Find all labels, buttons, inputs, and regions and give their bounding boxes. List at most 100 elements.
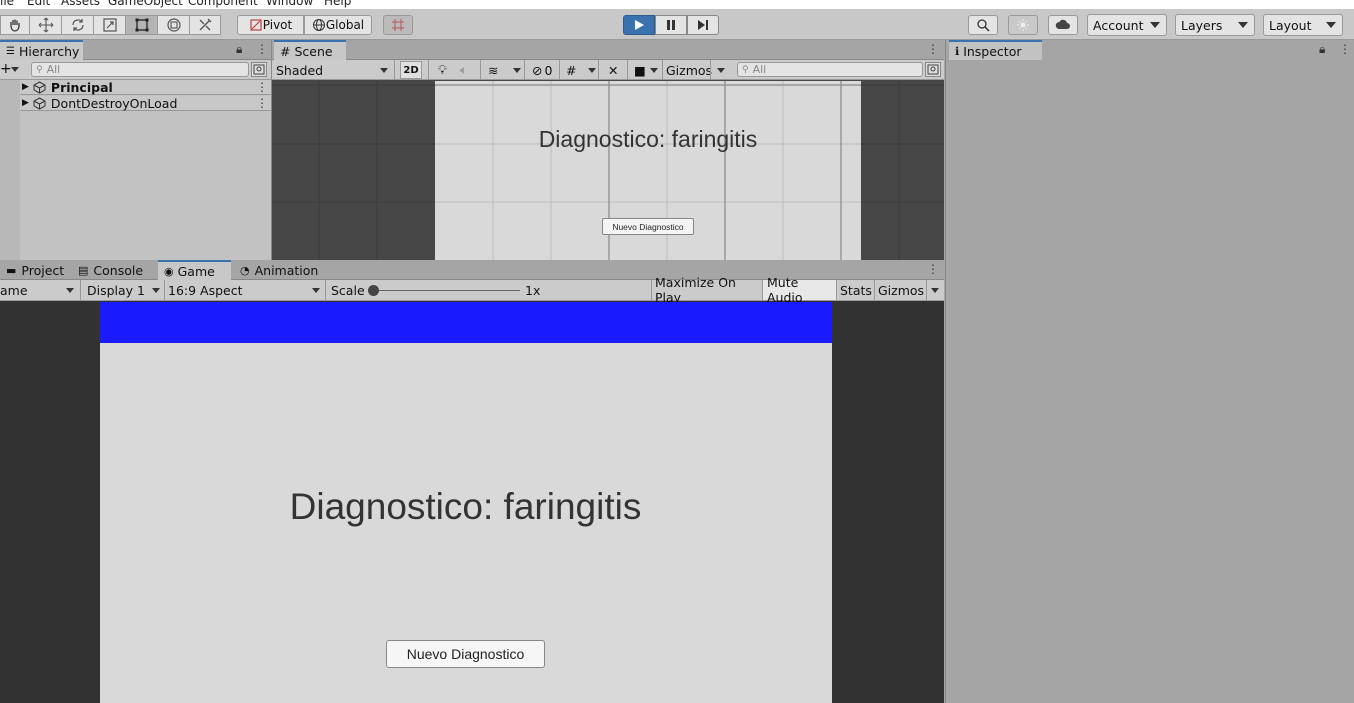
search-button[interactable] bbox=[968, 15, 998, 35]
game-toolbar: ame Display 1 16:9 Aspect Scale 1x Maxim… bbox=[0, 275, 944, 305]
project-tab-label: Project bbox=[21, 262, 65, 278]
game-viewport[interactable]: Diagnostico: faringitis Nuevo Diagnostic… bbox=[100, 302, 832, 703]
chevron-down-icon[interactable] bbox=[11, 67, 19, 72]
menu-window[interactable]: Window bbox=[266, 0, 313, 8]
expand-arrow-icon[interactable]: ▶ bbox=[22, 82, 29, 92]
scene-gizmos-button[interactable]: Gizmos bbox=[662, 60, 712, 80]
menu-component[interactable]: Component bbox=[188, 0, 258, 8]
menu-help[interactable]: Help bbox=[324, 0, 351, 8]
move-tool-button[interactable] bbox=[29, 15, 61, 35]
search-icon: ⚲ bbox=[742, 64, 749, 75]
scene-search-placeholder: All bbox=[752, 63, 767, 76]
hand-tool-button[interactable] bbox=[0, 15, 29, 35]
transform-tool-button[interactable] bbox=[157, 15, 189, 35]
lock-icon[interactable]: 🔒︎ bbox=[236, 42, 242, 57]
game-gizmos-button[interactable]: Gizmos bbox=[874, 280, 926, 300]
scale-slider-handle[interactable] bbox=[368, 285, 379, 296]
chevron-down-icon[interactable] bbox=[588, 68, 596, 73]
play-button[interactable] bbox=[623, 15, 655, 35]
grid-toggle[interactable]: # bbox=[562, 60, 582, 80]
more-options-icon[interactable]: ⋮ bbox=[256, 96, 268, 110]
scale-slider-track[interactable] bbox=[370, 290, 520, 291]
new-diagnosis-button[interactable]: Nuevo Diagnostico bbox=[386, 640, 545, 668]
tab-animation[interactable]: ◔ Animation bbox=[234, 260, 320, 280]
diagnosis-text: Diagnostico: faringitis bbox=[289, 486, 642, 527]
layers-dropdown[interactable]: Layers bbox=[1175, 14, 1255, 36]
scene-visibility-toggle[interactable]: ⊘ 0 bbox=[528, 60, 558, 80]
scene-search-input[interactable]: ⚲ All bbox=[737, 62, 923, 77]
view-mode-dropdown[interactable]: ame bbox=[0, 280, 78, 300]
hand-icon bbox=[10, 19, 20, 32]
more-options-icon[interactable]: ⋮ bbox=[256, 42, 268, 56]
hierarchy-item-principal[interactable]: ▶ Principal ⋮ bbox=[20, 80, 271, 95]
hierarchy-item-dontdestroyonload[interactable]: ▶ DontDestroyOnLoad ⋮ bbox=[20, 96, 271, 111]
pause-button[interactable] bbox=[655, 15, 687, 35]
aspect-dropdown[interactable]: 16:9 Aspect bbox=[164, 280, 324, 300]
search-type-button[interactable] bbox=[925, 62, 941, 77]
search-by-type-icon bbox=[927, 64, 939, 75]
rotate-tool-button[interactable] bbox=[61, 15, 93, 35]
more-options-icon[interactable]: ⋮ bbox=[256, 80, 268, 94]
effects-toggle[interactable]: ≋ bbox=[484, 60, 504, 80]
account-dropdown[interactable]: Account bbox=[1087, 14, 1167, 36]
hierarchy-item-label: Principal bbox=[50, 79, 113, 95]
tab-hierarchy[interactable]: ☰ Hierarchy bbox=[0, 40, 83, 60]
transform-icon bbox=[166, 18, 181, 32]
hash-icon: # bbox=[280, 43, 291, 59]
pivot-label: Pivot bbox=[262, 18, 293, 32]
stats-toggle[interactable]: Stats bbox=[836, 280, 874, 300]
scene-new-diagnosis-button[interactable]: Nuevo Diagnostico bbox=[602, 218, 694, 235]
scene-tools-button[interactable]: ✕ bbox=[604, 60, 624, 80]
chevron-down-icon[interactable] bbox=[931, 288, 939, 293]
scale-label: Scale bbox=[331, 282, 365, 298]
tools-icon bbox=[199, 18, 212, 31]
tab-inspector[interactable]: ℹ Inspector bbox=[949, 40, 1042, 60]
mute-audio-toggle[interactable]: Mute Audio bbox=[762, 275, 836, 305]
lighting-toggle[interactable]: 💡︎ bbox=[434, 60, 454, 80]
scene-viewport[interactable]: Diagnostico: faringitis Nuevo Diagnostic… bbox=[272, 81, 944, 260]
layout-dropdown[interactable]: Layout bbox=[1263, 14, 1343, 36]
info-icon: ℹ bbox=[955, 44, 960, 58]
hierarchy-search-input[interactable]: ⚲ All bbox=[31, 62, 249, 77]
scene-toolbar: Shaded 2D 💡︎ 🔈︎ ≋ ⊘ 0 # ✕ ■ Gizmos ⚲ All bbox=[272, 60, 944, 80]
global-toggle[interactable]: Global bbox=[304, 15, 372, 35]
hierarchy-search-placeholder: All bbox=[46, 63, 61, 76]
shading-mode-dropdown[interactable]: Shaded bbox=[272, 60, 392, 80]
chevron-down-icon[interactable] bbox=[717, 68, 725, 73]
console-tab-label: Console bbox=[93, 262, 144, 278]
collab-button[interactable] bbox=[1008, 15, 1038, 35]
toggle-2d-button[interactable]: 2D bbox=[400, 61, 422, 79]
more-options-icon[interactable]: ⋮ bbox=[927, 262, 939, 276]
hidden-eye-icon: ⊘ bbox=[532, 62, 543, 78]
maximize-on-play-toggle[interactable]: Maximize On Play bbox=[651, 275, 762, 305]
more-options-icon[interactable]: ⋮ bbox=[927, 42, 939, 56]
grid-snap-button[interactable] bbox=[383, 15, 413, 35]
cloud-button[interactable] bbox=[1048, 15, 1078, 35]
lock-icon[interactable]: 🔒︎ bbox=[1319, 42, 1325, 57]
tab-project[interactable]: ▬ Project bbox=[0, 260, 70, 280]
pivot-toggle[interactable]: Pivot bbox=[237, 15, 304, 35]
search-icon: ⚲ bbox=[36, 64, 43, 75]
more-options-icon[interactable]: ⋮ bbox=[1339, 42, 1351, 56]
camera-dropdown[interactable]: ■ bbox=[630, 60, 660, 80]
chevron-down-icon[interactable] bbox=[513, 68, 521, 73]
custom-tool-button[interactable] bbox=[189, 15, 221, 35]
menu-file[interactable]: ile bbox=[0, 0, 14, 8]
chevron-down-icon bbox=[380, 68, 388, 73]
audio-toggle[interactable]: 🔈︎ bbox=[456, 60, 476, 80]
tab-console[interactable]: ▤ Console bbox=[72, 260, 157, 280]
rect-tool-button[interactable] bbox=[125, 15, 157, 35]
menu-edit[interactable]: Edit bbox=[27, 0, 50, 8]
display-dropdown[interactable]: Display 1 bbox=[83, 280, 163, 300]
expand-arrow-icon[interactable]: ▶ bbox=[22, 98, 29, 108]
search-type-button[interactable] bbox=[251, 62, 267, 77]
console-icon: ▤ bbox=[78, 263, 89, 277]
menu-assets[interactable]: Assets bbox=[61, 0, 100, 8]
step-button[interactable] bbox=[687, 15, 719, 35]
step-icon bbox=[698, 20, 708, 30]
tab-game[interactable]: ◉ Game bbox=[158, 260, 231, 280]
add-icon[interactable]: + bbox=[0, 61, 12, 77]
scale-tool-button[interactable] bbox=[93, 15, 125, 35]
menu-gameobject[interactable]: GameObject bbox=[108, 0, 183, 8]
tab-scene[interactable]: # Scene bbox=[274, 40, 346, 60]
